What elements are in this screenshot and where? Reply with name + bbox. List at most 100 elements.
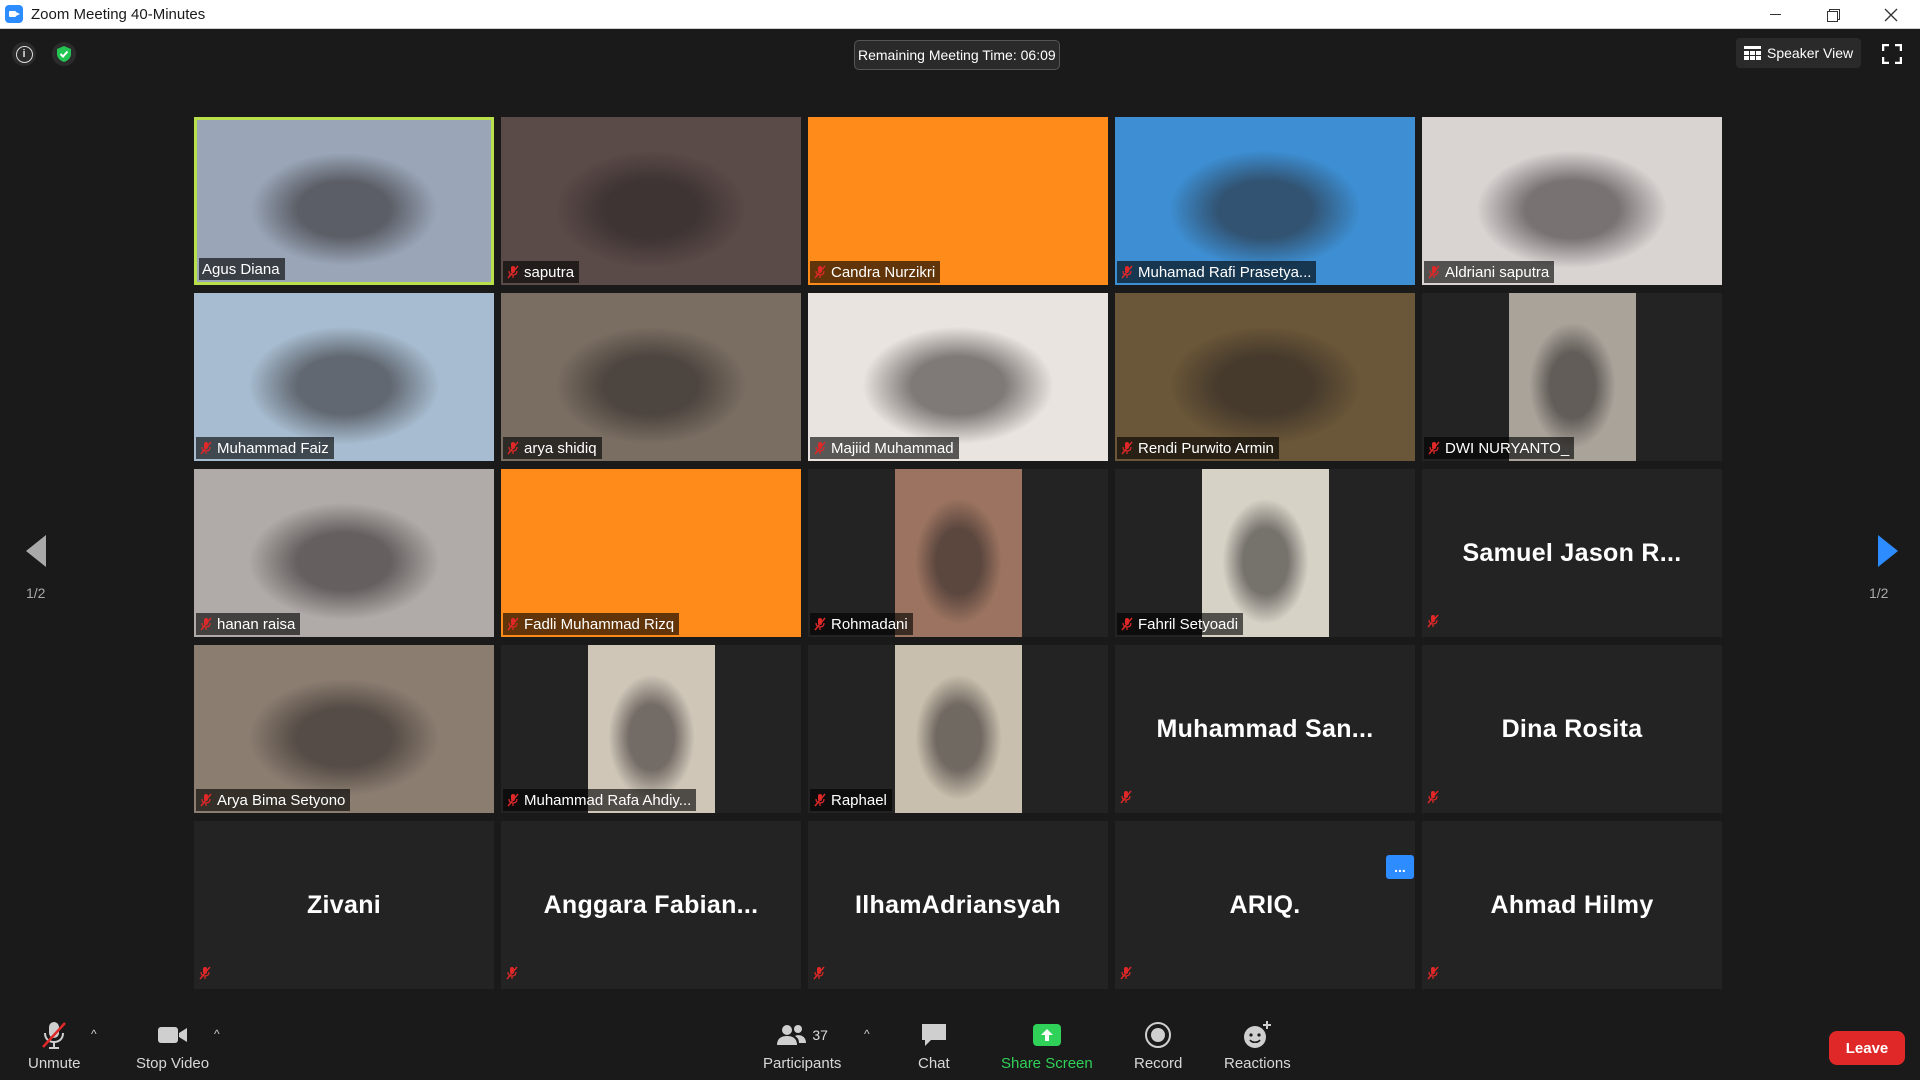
participant-name-label: Muhamad Rafi Prasetya...	[1117, 261, 1317, 283]
video-camera-icon	[157, 1027, 187, 1043]
participant-name: Agus Diana	[202, 260, 280, 278]
participant-video	[1422, 117, 1722, 285]
participant-tile[interactable]: Zivani	[194, 821, 494, 989]
close-icon	[1884, 8, 1898, 21]
shield-icon	[57, 46, 71, 62]
participants-options-caret-icon[interactable]: ^	[864, 1027, 870, 1041]
participant-tile[interactable]: hanan raisa	[194, 469, 494, 637]
participant-name-label: Raphael	[810, 789, 892, 811]
participant-tile[interactable]: Samuel Jason R...	[1422, 469, 1722, 637]
fullscreen-icon[interactable]	[1882, 44, 1902, 64]
participant-display-name: Dina Rosita	[1501, 714, 1643, 743]
participant-name: Raphael	[831, 791, 887, 809]
participant-name-label: Muhammad Rafa Ahdiy...	[503, 789, 697, 811]
participants-icon	[777, 1025, 807, 1045]
muted-microphone-icon	[1426, 790, 1440, 809]
speaker-view-button[interactable]: Speaker View	[1736, 38, 1862, 68]
participant-tile[interactable]: Fahril Setyoadi	[1115, 469, 1415, 637]
restore-button[interactable]	[1804, 0, 1862, 29]
participants-count: 37	[812, 1027, 828, 1043]
reactions-button[interactable]: Reactions	[1224, 1019, 1291, 1072]
participant-tile[interactable]: arya shidiq	[501, 293, 801, 461]
participant-name-label: hanan raisa	[196, 613, 301, 635]
participant-name-label: Aldriani saputra	[1424, 261, 1555, 283]
stop-video-button[interactable]: Stop Video	[136, 1019, 209, 1072]
participant-tile[interactable]: Raphael	[808, 645, 1108, 813]
participant-display-name: IlhamAdriansyah	[855, 890, 1061, 919]
participant-tile[interactable]: ARIQ.	[1115, 821, 1415, 989]
participant-video	[1202, 469, 1329, 637]
participant-display-name: Anggara Fabian...	[543, 890, 759, 919]
participant-video	[895, 645, 1022, 813]
meeting-info-button[interactable]: i	[12, 42, 36, 66]
participant-tile[interactable]: Dina Rosita	[1422, 645, 1722, 813]
participant-tile[interactable]: Arya Bima Setyono	[194, 645, 494, 813]
participant-tile[interactable]: DWI NURYANTO_	[1422, 293, 1722, 461]
participants-button[interactable]: 37 Participants	[763, 1019, 841, 1072]
participant-tile[interactable]: Majiid Muhammad	[808, 293, 1108, 461]
participant-tile[interactable]: Ahmad Hilmy	[1422, 821, 1722, 989]
participant-tile[interactable]: Rendi Purwito Armin	[1115, 293, 1415, 461]
stop-video-label: Stop Video	[136, 1055, 210, 1072]
muted-microphone-icon	[813, 617, 827, 631]
muted-microphone-icon	[813, 441, 827, 455]
muted-microphone-icon	[506, 617, 520, 631]
tile-more-options-button[interactable]: ...	[1386, 855, 1414, 879]
muted-microphone-icon	[813, 265, 827, 279]
muted-microphone-icon	[1427, 265, 1441, 279]
participant-name: Arya Bima Setyono	[217, 791, 346, 809]
participant-tile[interactable]: Aldriani saputra	[1422, 117, 1722, 285]
audio-options-caret-icon[interactable]: ^	[91, 1027, 97, 1041]
participant-video	[194, 645, 494, 813]
participant-tile[interactable]: Agus Diana	[194, 117, 494, 285]
chat-button[interactable]: Chat	[918, 1019, 950, 1072]
leave-button[interactable]: Leave	[1829, 1031, 1905, 1065]
participant-name-label: Arya Bima Setyono	[196, 789, 351, 811]
participant-tile[interactable]: Candra Nurzikri	[808, 117, 1108, 285]
participant-tile[interactable]: Muhammad Faiz	[194, 293, 494, 461]
muted-microphone-icon	[505, 966, 519, 985]
participant-name-label: Fadli Muhammad Rizq	[503, 613, 680, 635]
page-indicator-left: 1/2	[26, 585, 46, 601]
participant-name-label: Candra Nurzikri	[810, 261, 941, 283]
next-page-arrow-icon[interactable]	[1872, 531, 1902, 571]
participant-display-name: ARIQ.	[1229, 890, 1301, 919]
participant-video	[1509, 293, 1636, 461]
window-controls	[1746, 0, 1920, 29]
muted-microphone-icon	[1120, 617, 1134, 631]
participant-name: Muhammad Rafa Ahdiy...	[524, 791, 692, 809]
muted-microphone-icon	[1426, 966, 1440, 985]
encryption-shield-button[interactable]	[52, 42, 76, 66]
record-label: Record	[1134, 1055, 1183, 1072]
participant-name: Fahril Setyoadi	[1138, 615, 1239, 633]
muted-microphone-icon	[199, 617, 213, 631]
participant-tile[interactable]: Fadli Muhammad Rizq	[501, 469, 801, 637]
participant-tile[interactable]: Muhammad Rafa Ahdiy...	[501, 645, 801, 813]
unmute-button[interactable]: Unmute	[28, 1019, 81, 1072]
participant-name: hanan raisa	[217, 615, 296, 633]
minimize-button[interactable]	[1746, 0, 1804, 29]
close-button[interactable]	[1862, 0, 1920, 29]
participant-display-name: Muhammad San...	[1156, 714, 1374, 743]
participant-tile[interactable]: saputra	[501, 117, 801, 285]
video-options-caret-icon[interactable]: ^	[214, 1027, 220, 1041]
muted-microphone-icon	[813, 793, 827, 807]
participant-tile[interactable]: Rohmadani	[808, 469, 1108, 637]
participant-tile[interactable]: Anggara Fabian...	[501, 821, 801, 989]
participant-display-name: Samuel Jason R...	[1462, 538, 1682, 567]
participant-tile[interactable]: Muhammad San...	[1115, 645, 1415, 813]
participant-name: Aldriani saputra	[1445, 263, 1550, 281]
participant-tile[interactable]: IlhamAdriansyah	[808, 821, 1108, 989]
meeting-area: i Remaining Meeting Time: 06:09 Speaker …	[0, 29, 1920, 1007]
participant-tile[interactable]: Muhamad Rafi Prasetya...	[1115, 117, 1415, 285]
participant-video	[194, 469, 494, 637]
title-bar: Zoom Meeting 40-Minutes	[0, 0, 1920, 29]
previous-page-arrow-icon[interactable]	[22, 531, 52, 571]
participant-name-label: Agus Diana	[199, 258, 285, 280]
record-button[interactable]: Record	[1134, 1019, 1182, 1072]
participant-name-label: Rohmadani	[810, 613, 913, 635]
participant-video	[808, 293, 1108, 461]
muted-microphone-icon	[1120, 441, 1134, 455]
share-screen-button[interactable]: Share Screen	[1001, 1019, 1093, 1072]
participant-name: Muhammad Faiz	[217, 439, 329, 457]
